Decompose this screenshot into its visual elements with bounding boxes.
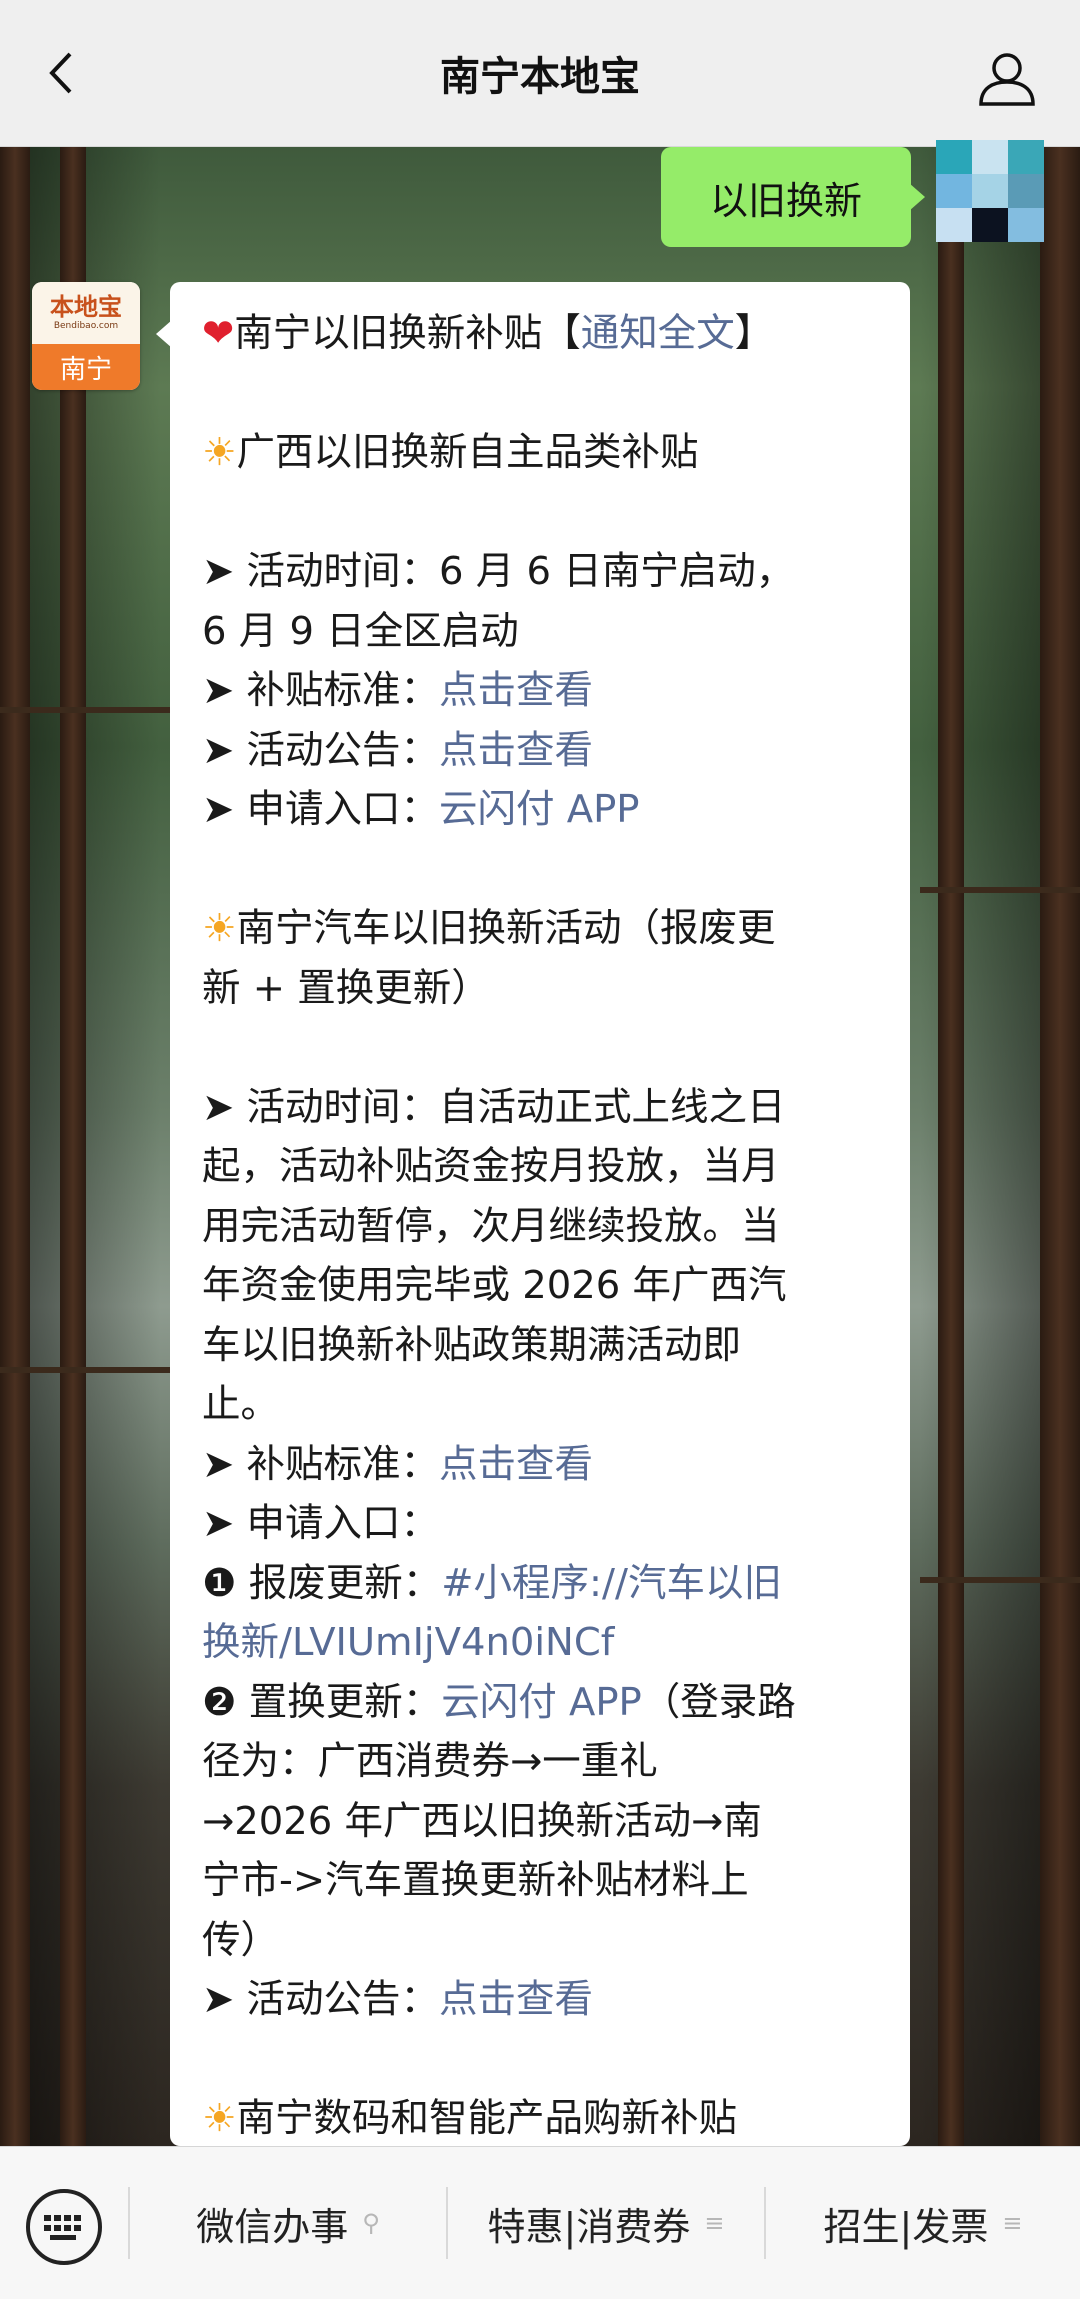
link-icon: ⚲ xyxy=(362,2209,380,2237)
wood-pillar xyxy=(938,147,964,2146)
message-content: ❤南宁以旧换新补贴【通知全文】 ☀广西以旧换新自主品类补贴 ➤ 活动时间：6 月… xyxy=(202,304,886,2146)
sun-icon: ☀ xyxy=(202,906,237,951)
login-path-line: 径为：广西消费券→一重礼 xyxy=(202,1739,658,1784)
activity-time-line: 车以旧换新补贴政策期满活动即 xyxy=(202,1322,742,1368)
profile-button[interactable] xyxy=(978,52,1036,106)
menu-lines-icon: ≡ xyxy=(704,2209,725,2237)
menu-discount-coupons[interactable]: 特惠|消费券 ≡ xyxy=(448,2147,764,2299)
activity-time-line: ➤ 活动时间：自活动正式上线之日 xyxy=(202,1084,786,1130)
section-heading: ☀南宁数码和智能产品购新补贴 xyxy=(202,2096,738,2141)
activity-time-line: ➤ 活动时间：6 月 6 日南宁启动， xyxy=(202,549,795,594)
person-icon xyxy=(979,53,1035,106)
message-title: ❤南宁以旧换新补贴【通知全文】 xyxy=(202,311,774,356)
top-nav-bar: 南宁本地宝 xyxy=(0,0,1080,147)
back-button[interactable] xyxy=(40,50,86,96)
mini-program-link[interactable]: #小程序://汽车以旧 xyxy=(441,1561,782,1606)
subsidy-standard-link[interactable]: 点击查看 xyxy=(439,1442,593,1487)
replace-update-line: ❷ 置换更新：云闪付 APP（登录路 xyxy=(202,1679,796,1725)
keyboard-icon xyxy=(44,2215,81,2240)
wood-pillar xyxy=(60,147,86,2146)
activity-time-line: 止。 xyxy=(202,1382,280,1427)
scrap-update-line: ❶ 报废更新：#小程序://汽车以旧 xyxy=(202,1560,782,1606)
activity-notice-line: ➤ 活动公告：点击查看 xyxy=(202,727,594,773)
menu-wechat-services[interactable]: 微信办事 ⚲ xyxy=(130,2147,446,2299)
apply-entry-line: ➤ 申请入口：云闪付 APP xyxy=(202,787,640,832)
subsidy-standard-link[interactable]: 点击查看 xyxy=(439,668,593,713)
wood-rail xyxy=(920,1577,1080,1583)
login-path-line: 宁市->汽车置换更新补贴材料上 xyxy=(202,1858,749,1903)
scrap-update-line: 换新/LVIUmIjV4n0iNCf xyxy=(202,1613,886,1673)
section-heading: ☀广西以旧换新自主品类补贴 xyxy=(202,430,699,475)
bendibao-logo: 本地宝 Bendibao.com xyxy=(32,282,140,344)
wood-rail xyxy=(920,887,1080,893)
login-path-line: →2026 年广西以旧换新活动→南 xyxy=(202,1798,762,1844)
sent-message-bubble[interactable]: 以旧换新 xyxy=(661,147,925,247)
activity-time-line: 6 月 9 日全区启动 xyxy=(202,608,519,654)
unionpay-app-link[interactable]: 云闪付 APP xyxy=(439,787,640,832)
activity-notice-link[interactable]: 点击查看 xyxy=(439,728,593,773)
avatar-city-label: 南宁 xyxy=(32,344,140,390)
wood-rail xyxy=(0,1367,170,1373)
received-message-bubble: ❤南宁以旧换新补贴【通知全文】 ☀广西以旧换新自主品类补贴 ➤ 活动时间：6 月… xyxy=(170,282,910,2146)
chevron-left-icon xyxy=(49,52,72,94)
user-avatar[interactable] xyxy=(936,140,1044,242)
menu-lines-icon: ≡ xyxy=(1002,2209,1023,2237)
section-heading: ☀南宁汽车以旧换新活动（报废更 xyxy=(202,906,776,951)
heart-icon: ❤ xyxy=(202,311,235,356)
full-notice-link[interactable]: 通知全文 xyxy=(581,311,735,356)
subsidy-standard-line: ➤ 补贴标准：点击查看 xyxy=(202,1441,594,1487)
login-path-paragraph: 径为：广西消费券→一重礼 →2026 年广西以旧换新活动→南 宁市->汽车置换更新补… xyxy=(202,1732,886,1970)
wood-pillar xyxy=(1040,147,1080,2146)
login-path-line: 传） xyxy=(202,1917,280,1963)
apply-entry-line: ➤ 申请入口： xyxy=(202,1501,439,1546)
activity-time-paragraph: ➤ 活动时间：自活动正式上线之日 起，活动补贴资金按月投放，当月 用完活动暂停，次月… xyxy=(202,1078,886,1435)
bottom-menu-bar: 微信办事 ⚲ 特惠|消费券 ≡ 招生|发票 ≡ xyxy=(0,2146,1080,2299)
account-avatar[interactable]: 本地宝 Bendibao.com 南宁 xyxy=(32,282,140,390)
activity-time-line: 用完活动暂停，次月继续投放。当 xyxy=(202,1203,780,1249)
activity-notice-link[interactable]: 点击查看 xyxy=(439,1977,593,2022)
activity-notice-line: ➤ 活动公告：点击查看 xyxy=(202,1977,594,2022)
activity-time-line: 起，活动补贴资金按月投放，当月 xyxy=(202,1144,780,1189)
unionpay-app-link[interactable]: 云闪付 APP xyxy=(441,1680,642,1725)
wood-rail xyxy=(0,707,170,713)
wood-pillar xyxy=(0,147,30,2146)
activity-time-line: 年资金使用完毕或 2026 年广西汽 xyxy=(202,1263,787,1308)
section-heading: 新 + 置换更新） xyxy=(202,965,490,1011)
sun-icon: ☀ xyxy=(202,2096,237,2141)
sun-icon: ☀ xyxy=(202,430,237,475)
subsidy-standard-line: ➤ 补贴标准：点击查看 xyxy=(202,668,594,713)
page-title: 南宁本地宝 xyxy=(440,54,640,100)
keyboard-button[interactable] xyxy=(26,2189,102,2265)
mini-program-link[interactable]: 换新/LVIUmIjV4n0iNCf xyxy=(202,1620,614,1665)
sent-message-text: 以旧换新 xyxy=(709,178,862,223)
menu-enrollment-invoice[interactable]: 招生|发票 ≡ xyxy=(766,2147,1080,2299)
